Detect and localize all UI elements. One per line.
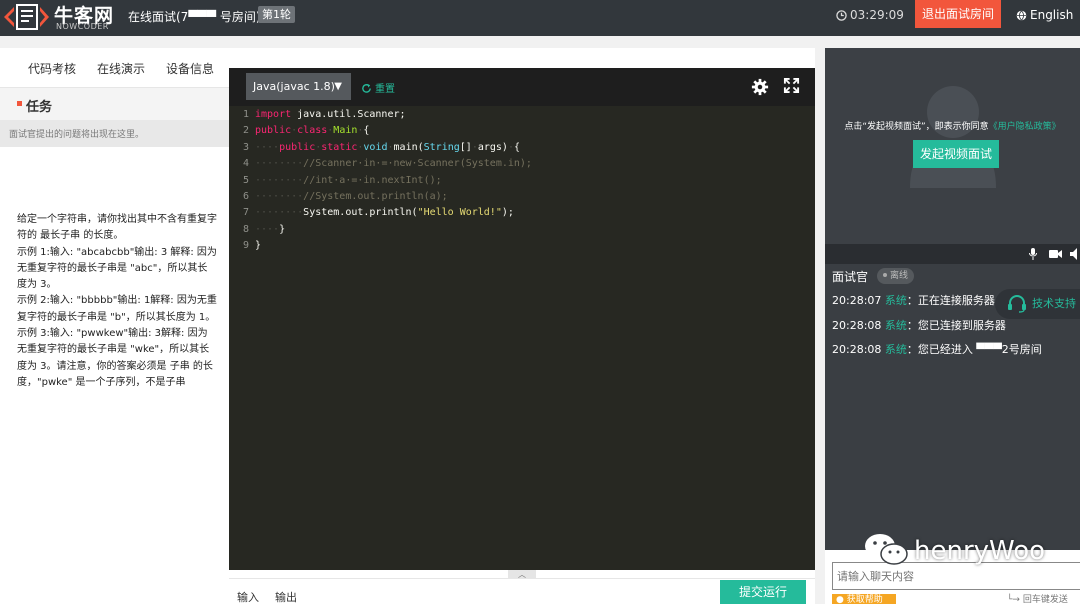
room-title: 在线面试(7▀▀▀ 号房间)	[128, 10, 261, 24]
gear-icon[interactable]	[751, 78, 769, 96]
tab-code-assessment[interactable]: 代码考核	[28, 60, 77, 90]
refresh-icon	[362, 83, 371, 93]
tab-online-demo[interactable]: 在线演示	[97, 60, 145, 77]
interview-timer: 03:29:09	[836, 8, 904, 22]
language-label: English	[1030, 8, 1074, 22]
watermark-text: henryWoo	[914, 536, 1046, 566]
chevron-down-icon: ▼	[334, 81, 342, 92]
message-text: ：正在连接服务器...	[906, 294, 1006, 307]
start-video-button[interactable]: 发起视频面试	[913, 140, 999, 168]
code-line: 6 ········//System.out.println(a);	[229, 191, 815, 207]
message-sender: 系统	[884, 319, 907, 332]
line-number: 9	[242, 240, 249, 251]
watermark: henryWoo	[864, 531, 1045, 567]
language-select[interactable]: Java(javac 1.8) ▼	[246, 73, 351, 100]
task-panel: 任务 面试官提出的问题将出现在这里。 给定一个字符串，请你找出其中不含有重复字符…	[0, 88, 229, 604]
task-note: 面试官提出的问题将出现在这里。	[0, 120, 229, 147]
top-bar: 牛客网 NOWCODER 在线面试(7▀▀▀ 号房间) 第1轮 03:29:09…	[0, 0, 1080, 36]
message-sender: 系统	[884, 294, 907, 307]
status-badge: 离线	[877, 268, 915, 284]
camera-icon[interactable]	[1049, 248, 1062, 262]
fullscreen-icon[interactable]	[783, 77, 800, 94]
tab-input[interactable]: 输入	[237, 589, 259, 604]
message-text: ：您已经进入 ▀▀▀2号房间	[906, 343, 1042, 356]
line-number: 4	[242, 158, 249, 169]
chat-title: 面试官	[832, 270, 869, 284]
message-time: 20:28:07	[832, 294, 882, 307]
line-number: 1	[242, 109, 249, 120]
code-editor[interactable]: 1 import java.util.Scanner; 2 public·class…	[229, 106, 815, 570]
line-number: 8	[242, 224, 249, 235]
line-number: 6	[242, 191, 249, 202]
language-switch[interactable]: English	[1016, 8, 1073, 22]
message-sender: 系统	[884, 343, 907, 356]
code-line: 5 ········//int·a·=·in.nextInt();	[229, 175, 815, 191]
chat-message: 20:28:07 系统：正在连接服务器...	[832, 292, 1005, 308]
help-label: 获取帮助	[846, 595, 883, 604]
message-time: 20:28:08	[832, 343, 882, 356]
exit-room-button[interactable]: 退出面试房间	[915, 0, 1001, 28]
round-badge: 第1轮	[258, 6, 295, 23]
nowcoder-logo-icon	[4, 4, 49, 30]
reset-button[interactable]: 重置	[361, 80, 395, 95]
status-text: 离线	[890, 271, 909, 281]
microphone-icon[interactable]	[1029, 248, 1037, 263]
globe-icon	[1016, 10, 1027, 21]
code-line: 2 public·class·Main·{	[229, 125, 815, 141]
reset-label: 重置	[375, 84, 395, 95]
speaker-icon[interactable]	[1070, 248, 1080, 263]
language-select-value: Java(javac 1.8)	[253, 80, 335, 93]
tech-support-button[interactable]: 技术支持	[995, 289, 1080, 319]
task-header: 任务	[0, 88, 229, 120]
media-controls	[825, 244, 1080, 264]
task-title: 任务	[26, 100, 53, 115]
chat-message: 20:28:08 系统：您已连接到服务器	[832, 317, 1006, 333]
tech-support-label: 技术支持	[1032, 297, 1076, 310]
submit-run-button[interactable]: 提交运行	[720, 580, 806, 604]
message-text: ：您已连接到服务器	[906, 319, 1006, 332]
code-line: 4 ········//Scanner·in·=·new·Scanner(Syst…	[229, 158, 815, 174]
video-note-text: 点击“发起视频面试”，即表示你同意	[844, 122, 989, 132]
chat-message: 20:28:08 系统：您已经进入 ▀▀▀2号房间	[832, 341, 1042, 357]
enter-hint-text: 回车键发送	[1022, 595, 1068, 604]
timer-value: 03:29:09	[850, 8, 904, 22]
enter-send-hint: └→ 回车键发送	[1007, 595, 1068, 604]
task-description: 给定一个字符串，请你找出其中不含有重复字符的 最长子串 的长度。 示例 1:输入…	[17, 214, 217, 388]
privacy-policy-link[interactable]: 《用户隐私政策》	[989, 122, 1061, 132]
code-line: 8 ····}	[229, 224, 815, 240]
line-number: 7	[242, 207, 249, 218]
code-line: 9}	[229, 240, 815, 256]
code-line: 1 import java.util.Scanner;	[229, 109, 815, 125]
task-marker-icon	[17, 101, 22, 106]
video-panel: 点击“发起视频面试”，即表示你同意《用户隐私政策》 发起视频面试	[825, 48, 1080, 244]
user-silhouette-icon	[910, 86, 996, 188]
video-consent-note: 点击“发起视频面试”，即表示你同意《用户隐私政策》	[825, 119, 1080, 132]
wechat-icon	[865, 534, 908, 565]
line-number: 5	[242, 175, 249, 186]
brand-subtitle: NOWCODER	[56, 22, 109, 31]
headset-icon	[1008, 295, 1026, 313]
get-help-button[interactable]: ● 获取帮助	[832, 594, 896, 604]
message-time: 20:28:08	[832, 319, 882, 332]
clock-icon	[836, 10, 847, 21]
tab-device-info[interactable]: 设备信息	[166, 60, 214, 77]
line-number: 2	[242, 125, 249, 136]
tab-output[interactable]: 输出	[275, 589, 297, 604]
line-number: 3	[242, 142, 249, 153]
code-line: 7 ········System.out.println("Hello World…	[229, 207, 815, 223]
editor-toolbar: Java(javac 1.8) ▼ 重置	[229, 68, 815, 106]
code-line: 3 ····public·static·void·main(String[]·ar…	[229, 142, 815, 158]
